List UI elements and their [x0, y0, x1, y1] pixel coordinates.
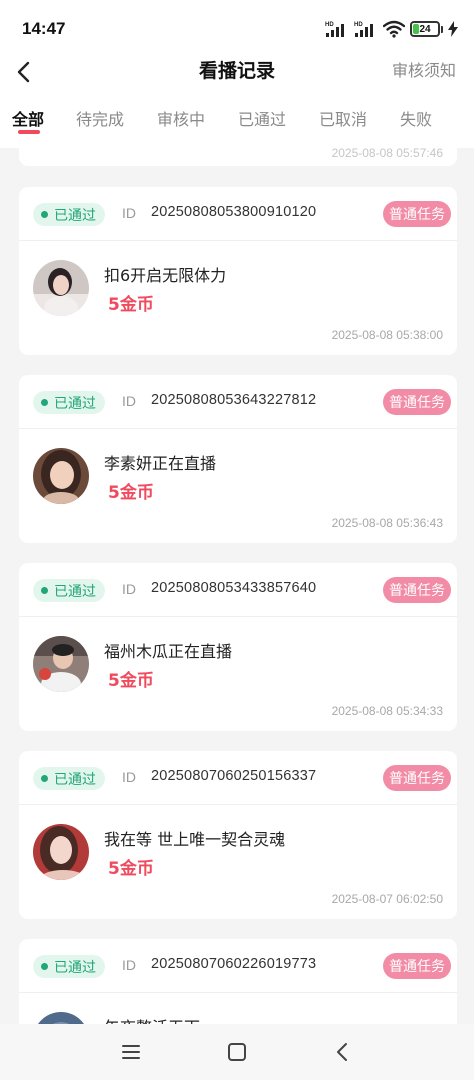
charging-icon	[448, 21, 458, 37]
reward-amount: 5金币	[108, 483, 154, 503]
status-label: 已通过	[54, 395, 96, 412]
task-type-badge: 普通任务	[383, 389, 451, 415]
menu-icon	[122, 1045, 140, 1059]
record-card-header: 已通过 ID 20250808053433857640 普通任务	[19, 563, 457, 617]
task-type-badge: 普通任务	[383, 953, 451, 979]
status-dot	[41, 587, 48, 594]
tab-pending[interactable]: 待完成	[76, 106, 124, 130]
tab-cancelled[interactable]: 已取消	[319, 106, 367, 130]
id-label: ID	[122, 769, 136, 785]
id-label: ID	[122, 957, 136, 973]
signal-icon: HD	[354, 22, 373, 37]
tab-all[interactable]: 全部	[12, 106, 44, 130]
reward-amount: 5金币	[108, 859, 154, 879]
record-card[interactable]: 已通过 ID 20250807060226019773 普通任务 午夜整活无下	[19, 939, 457, 1024]
record-id: 20250808053800910120	[151, 204, 317, 220]
status-badge: 已通过	[33, 767, 105, 790]
header: 看播记录 审核须知	[0, 58, 474, 88]
status-dot	[41, 399, 48, 406]
id-label: ID	[122, 205, 136, 221]
status-time: 14:47	[22, 19, 66, 38]
task-type-badge: 普通任务	[383, 765, 451, 791]
record-card[interactable]: 已通过 ID 20250808053643227812 普通任务 李素妍正在直播…	[19, 375, 457, 543]
status-badge: 已通过	[33, 391, 105, 414]
room-name: 扣6开启无限体力	[104, 266, 227, 285]
streamer-avatar[interactable]	[33, 260, 89, 316]
status-label: 已通过	[54, 771, 96, 788]
id-label: ID	[122, 581, 136, 597]
status-label: 已通过	[54, 959, 96, 976]
back-arrow-icon	[337, 1043, 347, 1061]
room-name: 午夜整活无下	[104, 1014, 200, 1024]
home-button[interactable]	[223, 1038, 251, 1066]
signal-icon: HD	[325, 22, 344, 37]
room-name: 福州木瓜正在直播	[104, 642, 233, 661]
record-list[interactable]: 2025-08-08 05:57:46 已通过 ID 2025080805380…	[0, 148, 474, 1024]
streamer-avatar[interactable]	[33, 824, 89, 880]
record-card[interactable]: 2025-08-08 05:57:46	[19, 148, 457, 166]
battery-level: 24	[419, 23, 431, 35]
record-id: 20250807060226019773	[151, 956, 317, 972]
task-type-badge: 普通任务	[383, 201, 451, 227]
streamer-avatar[interactable]	[33, 448, 89, 504]
battery-fill	[413, 24, 420, 34]
record-card-header: 已通过 ID 20250807060226019773 普通任务	[19, 939, 457, 993]
status-badge: 已通过	[33, 579, 105, 602]
room-name: 李素妍正在直播	[104, 454, 217, 473]
record-id: 20250808053643227812	[151, 392, 317, 408]
tab-reviewing[interactable]: 审核中	[157, 106, 205, 130]
hd-label: HD	[325, 22, 334, 28]
record-id: 20250807060250156337	[151, 768, 317, 784]
status-label: 已通过	[54, 207, 96, 224]
record-time: 2025-08-08 05:57:46	[331, 148, 443, 160]
tab-failed[interactable]: 失败	[400, 106, 432, 130]
id-label: ID	[122, 393, 136, 409]
record-card[interactable]: 已通过 ID 20250808053800910120 普通任务 扣6开启无限体…	[19, 187, 457, 355]
status-label: 已通过	[54, 583, 96, 600]
status-dot	[41, 963, 48, 970]
battery-icon: 24	[410, 21, 440, 37]
streamer-avatar[interactable]	[33, 1012, 89, 1024]
status-dot	[41, 211, 48, 218]
reward-amount: 5金币	[108, 671, 154, 691]
filter-tabs: 全部 待完成 审核中 已通过 已取消 失败	[0, 88, 474, 148]
record-card[interactable]: 已通过 ID 20250808053433857640 普通任务 福州木瓜正在直…	[19, 563, 457, 731]
menu-button[interactable]	[117, 1038, 145, 1066]
wifi-icon	[383, 20, 405, 38]
system-nav-bar	[0, 1024, 474, 1080]
record-card-header: 已通过 ID 20250807060250156337 普通任务	[19, 751, 457, 805]
hd-label: HD	[354, 22, 363, 28]
record-time: 2025-08-08 05:34:33	[331, 704, 443, 718]
reward-amount: 5金币	[108, 295, 154, 315]
record-card[interactable]: 已通过 ID 20250807060250156337 普通任务 我在等 世上唯…	[19, 751, 457, 919]
battery-nub	[441, 25, 443, 33]
task-type-badge: 普通任务	[383, 577, 451, 603]
room-name: 我在等 世上唯一契合灵魂	[104, 830, 286, 849]
record-card-header: 已通过 ID 20250808053800910120 普通任务	[19, 187, 457, 241]
home-square-icon	[228, 1043, 246, 1061]
streamer-avatar[interactable]	[33, 636, 89, 692]
record-time: 2025-08-07 06:02:50	[331, 892, 443, 906]
record-time: 2025-08-08 05:38:00	[331, 328, 443, 342]
record-id: 20250808053433857640	[151, 580, 317, 596]
status-dot	[41, 775, 48, 782]
status-badge: 已通过	[33, 203, 105, 226]
record-time: 2025-08-08 05:36:43	[331, 516, 443, 530]
active-tab-indicator	[18, 130, 40, 134]
nav-back-button[interactable]	[328, 1038, 356, 1066]
record-card-header: 已通过 ID 20250808053643227812 普通任务	[19, 375, 457, 429]
review-notice-link[interactable]: 审核须知	[392, 58, 456, 84]
status-bar: 14:47 HD HD 24	[0, 0, 474, 58]
tab-passed[interactable]: 已通过	[238, 106, 286, 130]
status-badge: 已通过	[33, 955, 105, 978]
status-icons: HD HD 24	[325, 18, 458, 40]
